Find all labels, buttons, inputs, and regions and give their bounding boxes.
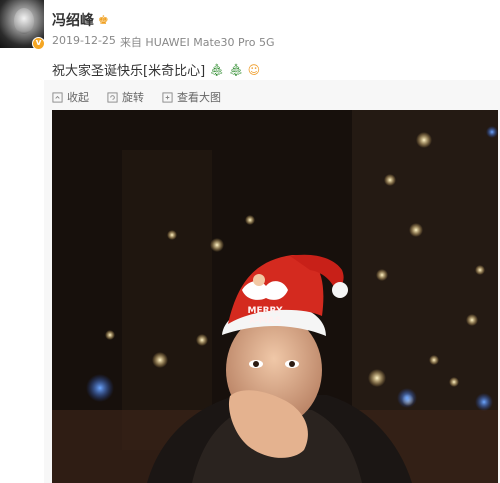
post-date[interactable]: 2019-12-25 <box>52 34 116 50</box>
collapse-button[interactable]: 收起 <box>52 89 89 105</box>
post-photo[interactable]: MERRY X-MAS <box>52 110 498 483</box>
rotate-button[interactable]: 旋转 <box>107 89 144 105</box>
verified-badge-icon: v <box>32 37 45 50</box>
username[interactable]: 冯绍峰 <box>52 10 94 30</box>
christmas-tree-icon: 🎄︎ <box>228 62 244 77</box>
photo-scene <box>52 110 498 483</box>
christmas-tree-icon: 🎄︎ <box>209 62 225 77</box>
post-source: 来自 HUAWEI Mate30 Pro 5G <box>119 36 275 49</box>
view-large-label: 查看大图 <box>177 91 221 104</box>
user-name-row: 冯绍峰 ♚ <box>52 10 109 30</box>
smile-emoji-icon: ☺ <box>247 62 261 77</box>
post-text: 祝大家圣诞快乐[米奇比心] <box>52 64 206 79</box>
zoom-icon <box>162 91 173 103</box>
crown-icon: ♚ <box>98 13 109 27</box>
hat-text-line2: X-MAS <box>248 316 282 326</box>
post-meta: 2019-12-25 来自 HUAWEI Mate30 Pro 5G <box>52 34 275 50</box>
collapse-icon <box>52 91 63 103</box>
post-text-row: 祝大家圣诞快乐[米奇比心] 🎄︎ 🎄︎ ☺ <box>52 60 261 80</box>
rotate-icon <box>107 91 118 103</box>
rotate-label: 旋转 <box>122 91 144 104</box>
hat-text-line1: MERRY <box>247 306 283 316</box>
media-toolbar: 收起 旋转 查看大图 <box>52 89 221 105</box>
hat-text: MERRY X-MAS <box>233 306 297 326</box>
view-large-button[interactable]: 查看大图 <box>162 89 221 105</box>
collapse-label: 收起 <box>67 91 89 104</box>
